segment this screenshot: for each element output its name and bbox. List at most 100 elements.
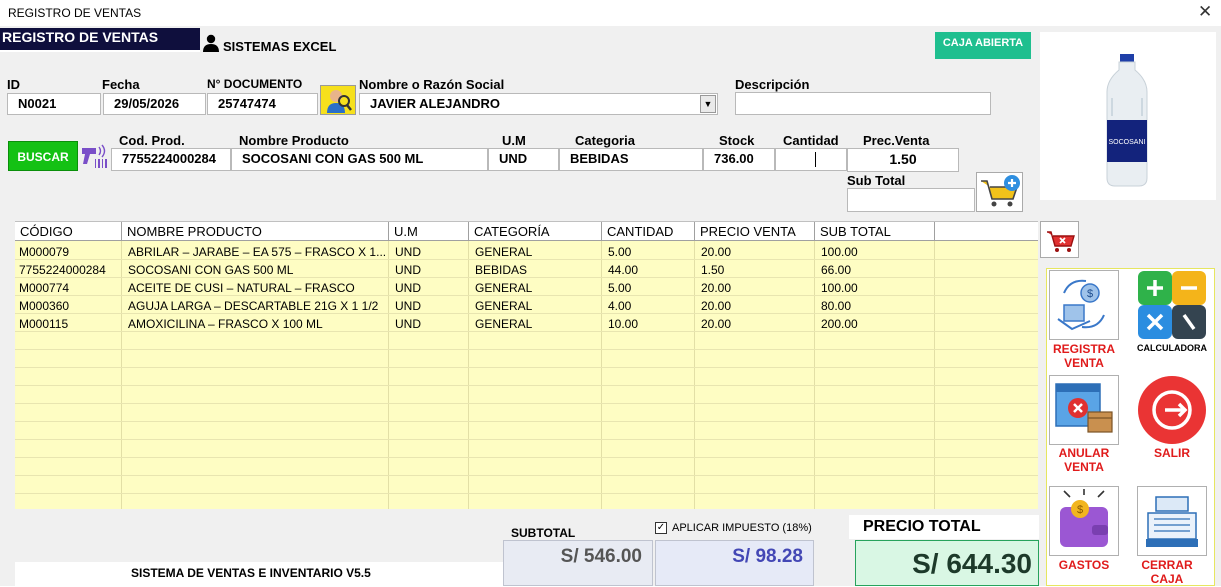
barcode-scanner-icon	[82, 144, 107, 168]
fecha-label: Fecha	[102, 77, 140, 92]
registra-venta-button[interactable]: $	[1049, 270, 1119, 340]
header-blank	[935, 222, 1038, 241]
grid-line	[15, 277, 1038, 278]
documento-field[interactable]: 25747474	[207, 93, 318, 115]
cantidad-label: Cantidad	[783, 133, 839, 148]
categoria-field[interactable]: BEBIDAS	[559, 148, 703, 171]
add-to-cart-icon	[981, 175, 1020, 207]
id-field[interactable]: N0021	[7, 93, 101, 115]
anular-venta-button[interactable]	[1049, 375, 1119, 445]
form-banner: REGISTRO DE VENTAS	[0, 28, 200, 52]
cliente-label: Nombre o Razón Social	[359, 77, 505, 92]
header-subtotal[interactable]: SUB TOTAL	[815, 222, 935, 241]
svg-text:SOCOSANI: SOCOSANI	[1109, 139, 1146, 146]
chevron-down-icon[interactable]: ▼	[700, 95, 716, 113]
tax-value: S/ 98.28	[655, 540, 814, 586]
header-cantidad[interactable]: CANTIDAD	[602, 222, 695, 241]
user-icon	[203, 34, 219, 52]
tax-checkbox[interactable]: ✓	[655, 522, 667, 534]
total-label: PRECIO TOTAL	[863, 518, 981, 535]
client-search-icon	[327, 90, 352, 113]
grid-line	[15, 331, 1038, 332]
grid-line	[15, 349, 1038, 350]
subtotal-field[interactable]	[847, 188, 975, 212]
register-sale-icon: $	[1057, 279, 1105, 331]
registra-venta-label: REGISTRA VENTA	[1052, 342, 1115, 370]
cerrar-caja-button[interactable]	[1137, 486, 1207, 556]
cod-prod-field[interactable]: 7755224000284	[111, 148, 231, 171]
gastos-button[interactable]: $	[1049, 486, 1119, 556]
um-field[interactable]: UND	[488, 148, 559, 171]
subtotal-total-value: S/ 546.00	[503, 540, 653, 586]
barcode-scanner-button[interactable]	[80, 142, 110, 170]
cantidad-field[interactable]	[775, 148, 847, 171]
cerrar-caja-label: CERRAR CAJA	[1141, 558, 1193, 586]
prec-venta-field[interactable]: 1.50	[847, 148, 959, 172]
grid-line	[15, 439, 1038, 440]
grid-line	[15, 457, 1038, 458]
grid-line	[15, 313, 1038, 314]
calculadora-button[interactable]	[1137, 270, 1207, 340]
grid-line	[15, 367, 1038, 368]
cancel-sale-icon	[1055, 383, 1113, 433]
close-icon[interactable]: ✕	[1198, 2, 1212, 22]
nombre-producto-field[interactable]: SOCOSANI CON GAS 500 ML	[231, 148, 488, 171]
total-value: S/ 644.30	[855, 540, 1039, 586]
window-titlebar: REGISTRO DE VENTAS ✕	[0, 0, 1221, 26]
header-precio[interactable]: PRECIO VENTA	[695, 222, 815, 241]
descripcion-field[interactable]	[735, 92, 991, 115]
subtotal-label: Sub Total	[847, 173, 906, 188]
subtotal-total-label: SUBTOTAL	[511, 526, 576, 540]
fecha-field[interactable]: 29/05/2026	[103, 93, 206, 115]
grid-line	[15, 295, 1038, 296]
add-to-cart-button[interactable]	[976, 172, 1023, 212]
footer-bar: SISTEMA DE VENTAS E INVENTARIO V5.5	[15, 562, 503, 586]
calculator-icon	[1138, 271, 1206, 339]
anular-venta-label: ANULAR VENTA	[1058, 446, 1110, 474]
stock-field[interactable]: 736.00	[703, 148, 775, 171]
wallet-icon: $	[1060, 489, 1108, 547]
caja-abierta-button[interactable]: CAJA ABIERTA	[935, 32, 1031, 59]
water-bottle-image: SOCOSANI	[1106, 54, 1148, 187]
grid-line	[15, 385, 1038, 386]
grid-line	[15, 259, 1038, 260]
categoria-label: Categoria	[575, 133, 635, 148]
brand: SISTEMAS EXCEL	[203, 32, 336, 54]
cliente-value: JAVIER ALEJANDRO	[370, 96, 501, 111]
header-codigo[interactable]: CÓDIGO	[15, 222, 122, 241]
tax-label: APLICAR IMPUESTO (18%)	[672, 522, 812, 534]
stock-label: Stock	[719, 133, 755, 148]
grid-line	[15, 403, 1038, 404]
svg-text:$: $	[1087, 288, 1093, 300]
total-label-bg: PRECIO TOTAL	[849, 515, 1039, 539]
tax-checkbox-row[interactable]: ✓ APLICAR IMPUESTO (18%)	[655, 519, 812, 537]
remove-from-cart-icon	[1047, 231, 1075, 252]
sales-table[interactable]: CÓDIGO NOMBRE PRODUCTO U.M CATEGORÍA CAN…	[15, 221, 1038, 509]
descripcion-label: Descripción	[735, 77, 810, 92]
remove-from-cart-button[interactable]	[1040, 221, 1079, 258]
cash-register-icon	[1146, 496, 1198, 547]
grid-line	[15, 493, 1038, 494]
documento-label: N° DOCUMENTO	[207, 77, 303, 91]
header-nombre[interactable]: NOMBRE PRODUCTO	[122, 222, 389, 241]
exit-icon	[1138, 376, 1206, 444]
product-image: SOCOSANI	[1040, 32, 1216, 200]
brand-label: SISTEMAS EXCEL	[223, 38, 337, 54]
grid-line	[15, 475, 1038, 476]
svg-text:$: $	[1077, 504, 1083, 516]
gastos-label: GASTOS	[1058, 558, 1110, 572]
header-um[interactable]: U.M	[389, 222, 469, 241]
version-label: SISTEMA DE VENTAS E INVENTARIO V5.5	[131, 566, 371, 580]
cliente-select[interactable]: JAVIER ALEJANDRO ▼	[359, 93, 718, 115]
header-categoria[interactable]: CATEGORÍA	[469, 222, 602, 241]
um-label: U.M	[502, 133, 526, 148]
grid-line	[15, 421, 1038, 422]
id-label: ID	[7, 77, 20, 92]
salir-label: SALIR	[1154, 446, 1190, 460]
client-search-button[interactable]	[320, 85, 356, 115]
salir-button[interactable]	[1137, 375, 1207, 445]
buscar-button[interactable]: BUSCAR	[8, 141, 78, 171]
window-title: REGISTRO DE VENTAS	[8, 6, 142, 20]
text-cursor	[815, 152, 816, 167]
calculadora-label: CALCULADORA	[1137, 343, 1207, 353]
